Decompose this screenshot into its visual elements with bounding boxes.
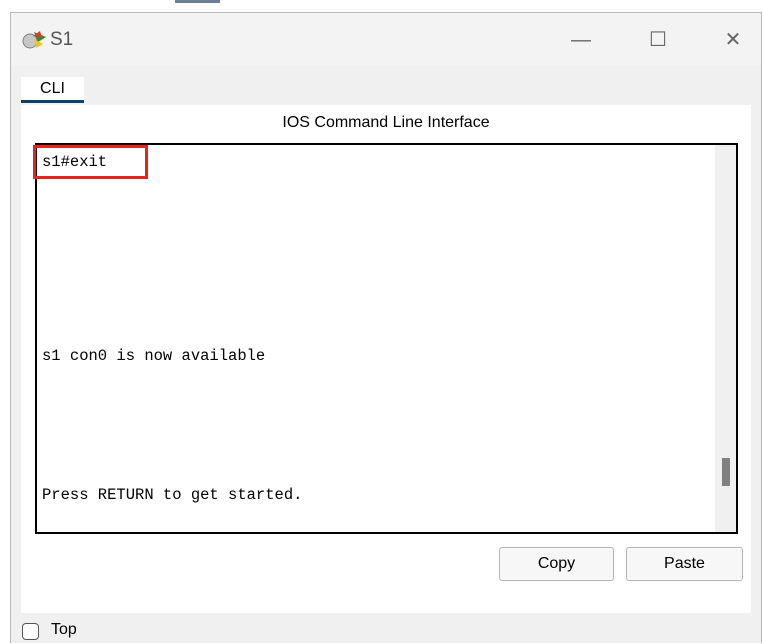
highlight-box — [33, 145, 148, 179]
switch-app-icon — [22, 31, 46, 49]
terminal-line-con0: s1 con0 is now available — [42, 347, 266, 365]
minimize-button[interactable]: — — [559, 23, 603, 57]
paste-button[interactable]: Paste — [626, 547, 743, 581]
footer-bar: Top — [11, 618, 761, 643]
panel-title: IOS Command Line Interface — [282, 114, 490, 131]
copy-button[interactable]: Copy — [499, 547, 614, 581]
maximize-button[interactable]: ☐ — [636, 23, 680, 57]
cli-panel: IOS Command Line Interface s1#exit s1 co… — [21, 105, 751, 613]
top-checkbox[interactable] — [22, 623, 39, 640]
cli-window: S1 — ☐ ✕ CLI IOS Command Line Interface … — [10, 12, 762, 643]
terminal-line-press-return: Press RETURN to get started. — [42, 486, 303, 504]
window-title: S1 — [50, 29, 74, 50]
background-edge — [0, 0, 10, 644]
close-button[interactable]: ✕ — [711, 23, 755, 57]
terminal-scrollbar[interactable] — [715, 145, 736, 532]
tab-cli[interactable]: CLI — [21, 77, 84, 103]
tab-bar: CLI — [21, 77, 751, 103]
terminal-output[interactable]: s1#exit s1 con0 is now available Press R… — [33, 143, 738, 534]
title-bar[interactable]: S1 — ☐ ✕ — [11, 13, 761, 65]
background-window-accent — [175, 0, 220, 3]
top-checkbox-label[interactable]: Top — [51, 621, 77, 639]
scrollbar-thumb[interactable] — [722, 458, 730, 486]
